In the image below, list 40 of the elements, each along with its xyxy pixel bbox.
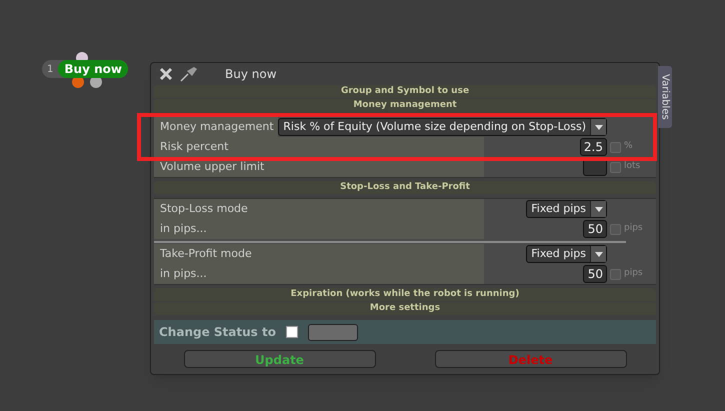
- section-header[interactable]: Group and Symbol to use: [154, 85, 656, 98]
- section-header[interactable]: Stop-Loss and Take-Profit: [154, 181, 656, 194]
- number-field[interactable]: 2.5: [580, 138, 607, 156]
- dropdown[interactable]: Risk % of Equity (Volume size depending on Stop-Loss): [278, 118, 607, 136]
- field-label: Volume upper limit: [160, 158, 264, 175]
- checkbox[interactable]: [610, 162, 621, 172]
- dropdown[interactable]: Fixed pips: [526, 245, 607, 263]
- field-label: Take-Profit mode: [160, 246, 252, 262]
- caret-icon: [590, 246, 606, 262]
- unit-label: lots: [624, 160, 642, 174]
- status-checkbox[interactable]: [286, 326, 298, 338]
- caret-icon: [590, 201, 606, 217]
- checkbox[interactable]: [610, 142, 621, 152]
- dropdown[interactable]: Fixed pips: [526, 200, 607, 218]
- field-label: Risk percent: [160, 138, 228, 155]
- caret-icon: [590, 119, 606, 135]
- node-block[interactable]: 1 Buy now: [42, 60, 128, 78]
- window-title: Buy now: [225, 66, 277, 83]
- side-tab[interactable]: Variables: [658, 66, 672, 128]
- section-header[interactable]: Expiration (works while the robot is running): [154, 288, 656, 301]
- node-number: 1: [46, 62, 54, 76]
- checkbox[interactable]: [610, 224, 621, 234]
- unit-label: pips: [624, 267, 644, 280]
- node-label: Buy now: [58, 60, 128, 78]
- unit-label: pips: [624, 222, 644, 236]
- close-icon[interactable]: [159, 67, 173, 81]
- action-button[interactable]: Update: [184, 350, 376, 368]
- number-field[interactable]: 50: [583, 220, 607, 238]
- unit-label: %: [624, 140, 634, 154]
- section-header[interactable]: Money management: [154, 99, 656, 112]
- field-label: Money management: [160, 118, 274, 135]
- pin-icon[interactable]: [179, 66, 199, 82]
- section-header[interactable]: More settings: [154, 302, 656, 315]
- status-label: Change Status to: [159, 324, 276, 341]
- checkbox[interactable]: [610, 268, 621, 280]
- field-label: in pips...: [160, 266, 207, 282]
- field-label: Stop-Loss mode: [160, 200, 248, 217]
- number-field[interactable]: 50: [583, 265, 607, 283]
- field-label: in pips...: [160, 220, 207, 237]
- status-field[interactable]: [308, 324, 358, 340]
